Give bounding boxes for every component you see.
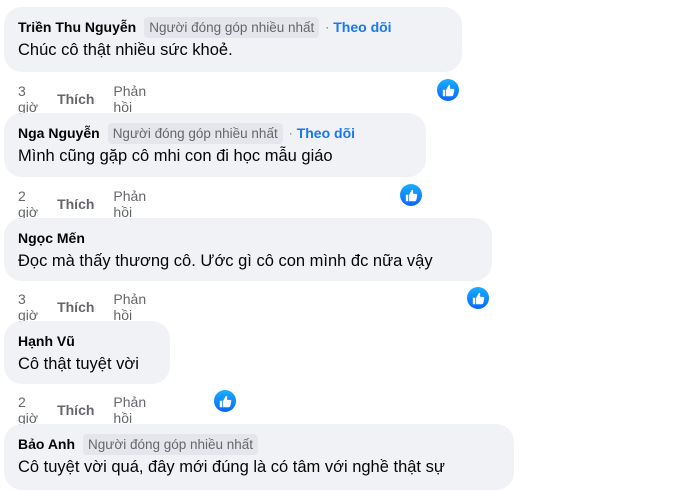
comment-bubble: Triền Thu Nguyễn Người đóng góp nhiều nh… (4, 7, 462, 72)
comment-bubble: Bảo Anh Người đóng góp nhiều nhất Cô tuy… (4, 424, 514, 490)
comment-time[interactable]: 2 giờ (18, 188, 38, 220)
like-button[interactable]: Thích (57, 299, 94, 315)
like-button[interactable]: Thích (57, 402, 94, 418)
comment-actions: 2 giờ Thích Phản hồi (18, 188, 146, 220)
like-reaction-icon[interactable] (213, 389, 237, 413)
like-reaction-icon[interactable] (466, 286, 490, 310)
comment-actions: 3 giờ Thích Phản hồi (18, 291, 146, 323)
comment-actions: 2 giờ Thích Phản hồi (18, 394, 146, 426)
reply-button[interactable]: Phản hồi (113, 394, 146, 426)
reply-button[interactable]: Phản hồi (113, 83, 146, 115)
top-contributor-badge: Người đóng góp nhiều nhất (107, 122, 283, 144)
comment-time[interactable]: 2 giờ (18, 394, 38, 426)
follow-link[interactable]: Theo dõi (297, 125, 355, 141)
reply-button[interactable]: Phản hồi (113, 291, 146, 323)
reply-button[interactable]: Phản hồi (113, 188, 146, 220)
comment-author[interactable]: Hạnh Vũ (18, 333, 75, 349)
like-button[interactable]: Thích (57, 196, 94, 212)
comment-author[interactable]: Ngọc Mến (18, 230, 85, 246)
comment-text: Cô thật tuyệt vời (18, 355, 139, 373)
comment-bubble: Ngọc Mến Đọc mà thấy thương cô. Ước gì c… (4, 218, 492, 281)
comment-author[interactable]: Bảo Anh (18, 436, 75, 452)
separator-dot: · (288, 126, 293, 140)
comment-bubble: Nga Nguyễn Người đóng góp nhiều nhất · T… (4, 113, 426, 177)
comment-time[interactable]: 3 giờ (18, 291, 38, 323)
top-contributor-badge: Người đóng góp nhiều nhất (83, 433, 259, 455)
comment-text: Cô tuyệt vời quá, đây mới đúng là có tâm… (18, 458, 445, 476)
comment-author[interactable]: Nga Nguyễn (18, 125, 100, 141)
comment-time[interactable]: 3 giờ (18, 83, 38, 115)
like-reaction-icon[interactable] (436, 78, 460, 102)
comment-bubble: Hạnh Vũ Cô thật tuyệt vời (4, 321, 170, 384)
comment-actions: 3 giờ Thích Phản hồi (18, 83, 146, 115)
separator-dot: · (325, 20, 330, 34)
like-button[interactable]: Thích (57, 91, 94, 107)
like-reaction-icon[interactable] (399, 183, 423, 207)
top-contributor-badge: Người đóng góp nhiều nhất (144, 16, 320, 38)
comment-text: Đọc mà thấy thương cô. Ước gì cô con mìn… (18, 252, 433, 270)
comment-text: Mình cũng gặp cô mhi con đi học mẫu giáo (18, 147, 333, 165)
comment-text: Chúc cô thật nhiều sức khoẻ. (18, 41, 233, 59)
follow-link[interactable]: Theo dõi (333, 19, 391, 35)
comment-author[interactable]: Triền Thu Nguyễn (18, 19, 136, 35)
